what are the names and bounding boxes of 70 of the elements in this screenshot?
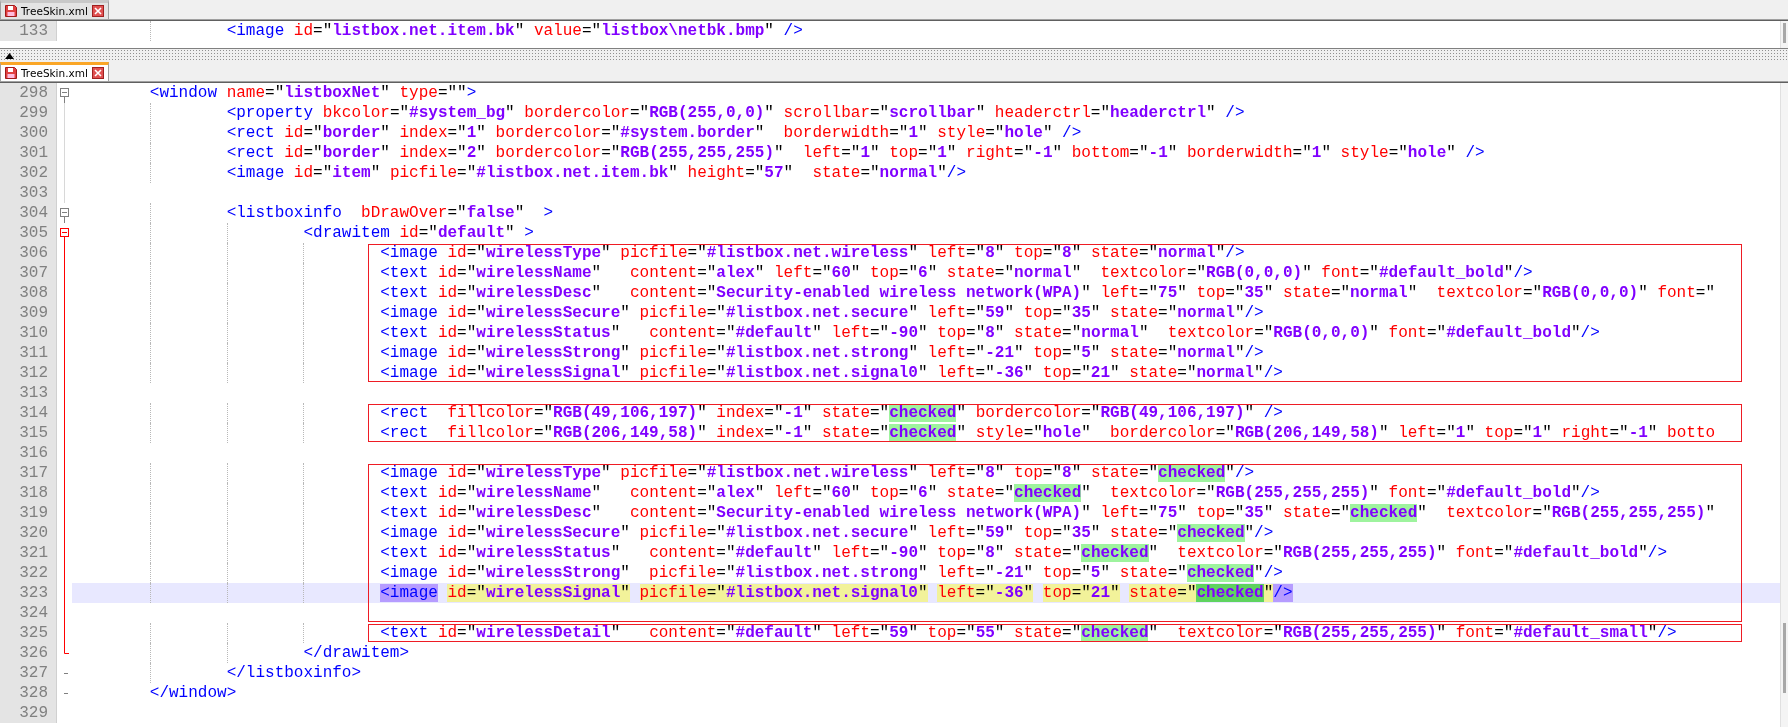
line-number: 314: [0, 403, 57, 423]
code-line: <window name="listboxNet" type="">: [148, 83, 477, 103]
code-line: <image id="item" picfile="#listbox.net.item.bk" height="57" state="normal"/>: [73, 163, 966, 183]
code-line: <listboxinfo bDrawOver="false" >: [73, 203, 554, 223]
code-line: <image id="wirelessType" picfile="#listbox.net.wireless" left="8" top="8" state="normal"/>: [73, 243, 1245, 263]
code-line: <image id="wirelessType" picfile="#listbox.net.wireless" left="8" top="8" state="checked"/>: [73, 463, 1255, 483]
line-number: 312: [0, 363, 57, 383]
code-line: <text id="wirelessDesc" content="Security-enabled wireless network(WPA)" left="75" top="35" state="checked" textcolor="RGB(255,255,255)": [73, 503, 1715, 523]
line-number: 321: [0, 543, 57, 563]
line-number: 316: [0, 443, 57, 463]
line-number: 311: [0, 343, 57, 363]
code-line: <drawitem id="default" >: [73, 223, 534, 243]
code-line: <rect fillcolor="RGB(49,106,197)" index="-1" state="checked" bordercolor="RGB(49,106,197)" />: [73, 403, 1283, 423]
up-arrow-icon[interactable]: [5, 52, 14, 59]
line-number: 300: [0, 123, 57, 143]
line-number: 302: [0, 163, 57, 183]
line-number: 320: [0, 523, 57, 543]
code-line: <text id="wirelessStatus" content="#default" left="-90" top="8" state="normal" textcolor="RGB(0,0,0)" font="#default_bold"/>: [73, 323, 1600, 343]
line-number: 306: [0, 243, 57, 263]
fold-box-icon[interactable]: [60, 88, 69, 103]
line-number: 325: [0, 623, 57, 643]
code-line: <text id="wirelessDesc" content="Security-enabled wireless network(WPA)" left="75" top="35" state="normal" textcolor="RGB(0,0,0)" font=": [73, 283, 1715, 303]
fold-box-icon[interactable]: [60, 208, 69, 223]
line-number: 308: [0, 283, 57, 303]
code-line: <image id="wirelessStrong" picfile="#listbox.net.strong" left="-21" top="5" state="normal"/>: [73, 343, 1264, 363]
line-number: 301: [0, 143, 57, 163]
code-line: <image id="wirelessSecure" picfile="#listbox.net.secure" left="59" top="35" state="normal"/>: [73, 303, 1264, 323]
line-number: 299: [0, 103, 57, 123]
line-number: 303: [0, 183, 57, 203]
code-line: <text id="wirelessName" content="alex" left="60" top="6" state="normal" textcolor="RGB(0,0,0)" font="#default_bold"/>: [73, 263, 1533, 283]
scrollbar[interactable]: [1780, 83, 1788, 727]
code-line: </drawitem>: [73, 643, 410, 663]
line-number: 309: [0, 303, 57, 323]
close-icon[interactable]: [91, 5, 104, 17]
line-number: 322: [0, 563, 57, 583]
close-icon[interactable]: [91, 67, 104, 79]
line-number: 323: [0, 583, 57, 603]
code-line: </window>: [148, 683, 237, 703]
file-tab[interactable]: TreeSkin.xml: [0, 0, 109, 19]
scrollbar[interactable]: [1780, 21, 1788, 48]
code-line: <rect fillcolor="RGB(206,149,58)" index="-1" state="checked" style="hole" bordercolor="RGB(206,149,58)" left="1" top="1" right="-1" botto: [73, 423, 1716, 443]
line-number: 315: [0, 423, 57, 443]
line-number: 328: [0, 683, 57, 703]
line-number: 329: [0, 703, 57, 723]
code-line: <image id="wirelessSignal" picfile="#listbox.net.signal0" left="-36" top="21" state="normal"/>: [73, 363, 1283, 383]
code-line: <image id="wirelessSignal" picfile="#listbox.net.signal0" left="-36" top="21" state="checked"/>: [73, 583, 1293, 603]
code-line: <text id="wirelessName" content="alex" left="60" top="6" state="checked" textcolor="RGB(255,255,255)" font="#default_bold"/>: [73, 483, 1600, 503]
line-number: 307: [0, 263, 57, 283]
code-line: <property bkcolor="#system_bg" bordercolor="RGB(255,0,0)" scrollbar="scrollbar" headerctrl="headerctrl" />: [73, 103, 1245, 123]
line-number: 133: [0, 21, 57, 41]
code-line: </listboxinfo>: [73, 663, 362, 683]
line-number: 324: [0, 603, 57, 623]
fold-box-icon[interactable]: [60, 228, 69, 243]
line-number: 310: [0, 323, 57, 343]
line-number: 304: [0, 203, 57, 223]
code-line: <image id="listbox.net.item.bk" value="listbox\netbk.bmp" />: [73, 21, 803, 41]
line-number: 319: [0, 503, 57, 523]
line-number: 305: [0, 223, 57, 243]
code-line: <rect id="border" index="1" bordercolor="#system.border" borderwidth="1" style="hole" />: [73, 123, 1082, 143]
code-line: <image id="wirelessSecure" picfile="#listbox.net.secure" left="59" top="35" state="checked"/>: [73, 523, 1274, 543]
code-line: <text id="wirelessStatus" content="#default" left="-90" top="8" state="checked" textcolor="RGB(255,255,255)" font="#default_bold"/>: [73, 543, 1668, 563]
line-number: 298: [0, 83, 57, 103]
code-line: <rect id="border" index="2" bordercolor="RGB(255,255,255)" left="1" top="1" right="-1" bottom="-1" borderwidth="1" style="hole" />: [73, 143, 1485, 163]
code-line: <text id="wirelessDetail" content="#default" left="59" top="55" state="checked" textcolor="RGB(255,255,255)" font="#default_small"/>: [73, 623, 1677, 643]
line-number: 326: [0, 643, 57, 663]
line-number: 327: [0, 663, 57, 683]
file-tab[interactable]: TreeSkin.xml: [0, 62, 109, 81]
line-number: 313: [0, 383, 57, 403]
line-number: 317: [0, 463, 57, 483]
line-number: 318: [0, 483, 57, 503]
